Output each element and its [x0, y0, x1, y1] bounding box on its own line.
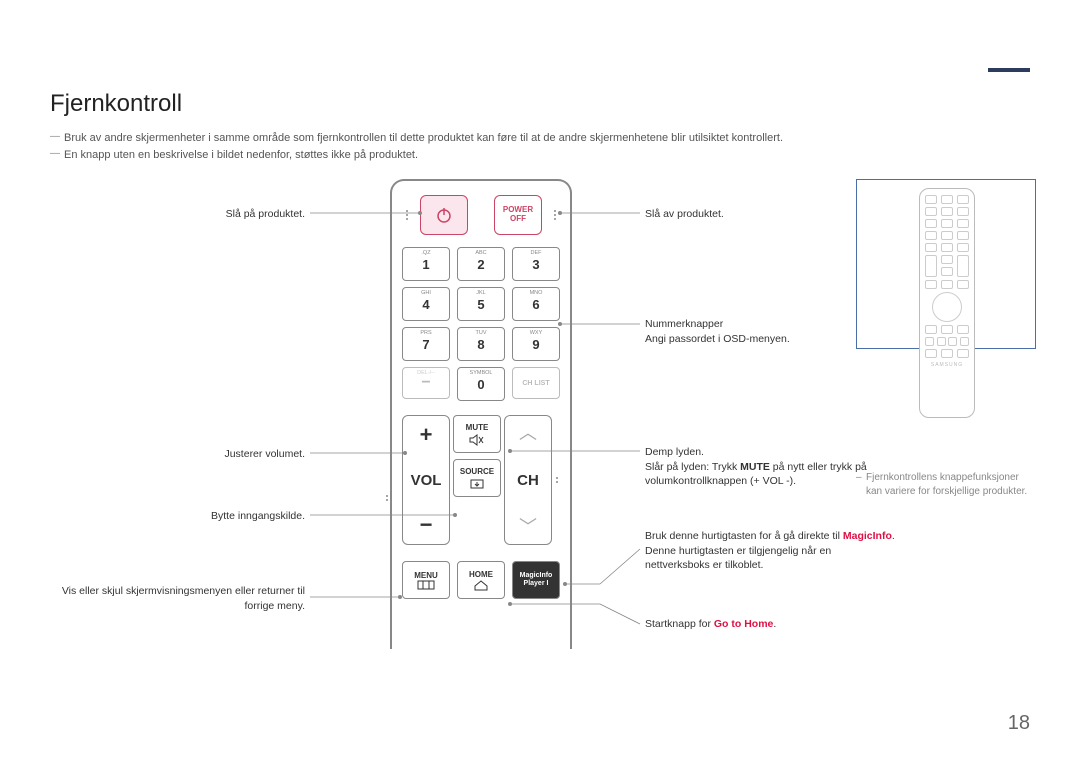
keypad-7: PRS7 [402, 327, 450, 361]
keypad-2: ABC2 [457, 247, 505, 281]
keypad-chlist: CH LIST [512, 367, 560, 399]
menu-icon [417, 580, 435, 590]
source-button: SOURCE [453, 459, 501, 497]
note-2: En knapp uten en beskrivelse i bildet ne… [50, 149, 1030, 161]
label-numbers: Nummerknapper Angi passordet i OSD-menye… [645, 317, 885, 346]
power-on-button [420, 195, 468, 235]
remote-illustration: POWER OFF .QZ1 ABC2 DEF3 GHI4 JKL5 MNO6 … [390, 179, 572, 649]
source-icon [469, 478, 485, 490]
magicinfo-button: MagicInfo Player I [512, 561, 560, 599]
label-magicinfo: Bruk denne hurtigtasten for å gå direkte… [645, 529, 895, 573]
keypad-5: JKL5 [457, 287, 505, 321]
label-home: Startknapp for Go to Home. [645, 617, 895, 632]
main-diagram: POWER OFF .QZ1 ABC2 DEF3 GHI4 JKL5 MNO6 … [50, 179, 1030, 669]
ir-dots-icon [550, 210, 560, 220]
mini-remote-illustration: SAMSUNG [919, 188, 975, 418]
keypad-8: TUV8 [457, 327, 505, 361]
dots-icon [384, 495, 390, 501]
mute-button: MUTE [453, 415, 501, 453]
label-power-off: Slå av produktet. [645, 207, 885, 222]
keypad-3: DEF3 [512, 247, 560, 281]
page-title: Fjernkontroll [50, 90, 1030, 118]
home-icon [473, 579, 489, 591]
ir-dots-icon [402, 210, 412, 220]
keypad-4: GHI4 [402, 287, 450, 321]
plus-icon: + [420, 424, 433, 446]
chevron-up-icon: ︿ [519, 424, 537, 442]
keypad-del: DEL-/--− [402, 367, 450, 399]
chevron-down-icon: ﹀ [519, 518, 537, 536]
keypad-1: .QZ1 [402, 247, 450, 281]
channel-rocker: ︿ CH ﹀ [504, 415, 552, 545]
page-number: 18 [1008, 712, 1030, 735]
power-off-label-2: OFF [510, 215, 526, 224]
keypad-0: SYMBOL0 [457, 367, 505, 401]
label-source: Bytte inngangskilde. [50, 509, 305, 524]
keypad-6: MNO6 [512, 287, 560, 321]
minus-icon: − [420, 514, 433, 536]
keypad-9: WXY9 [512, 327, 560, 361]
header-accent-bar [988, 68, 1030, 72]
side-illustration-box: SAMSUNG [856, 179, 1036, 349]
power-icon [434, 205, 454, 225]
label-volume: Justerer volumet. [50, 447, 305, 462]
menu-button: MENU [402, 561, 450, 599]
power-off-button: POWER OFF [494, 195, 542, 235]
dots-icon [554, 477, 560, 483]
note-1: Bruk av andre skjermenheter i samme områ… [50, 132, 1030, 144]
mute-icon [469, 434, 485, 446]
notes-block: Bruk av andre skjermenheter i samme områ… [50, 132, 1030, 161]
volume-rocker: + VOL − [402, 415, 450, 545]
home-button: HOME [457, 561, 505, 599]
label-power-on: Slå på produktet. [50, 207, 305, 222]
side-note: Fjernkontrollens knappefunksjoner kan va… [856, 471, 1036, 499]
label-menu: Vis eller skjul skjermvisningsmenyen ell… [50, 584, 305, 613]
